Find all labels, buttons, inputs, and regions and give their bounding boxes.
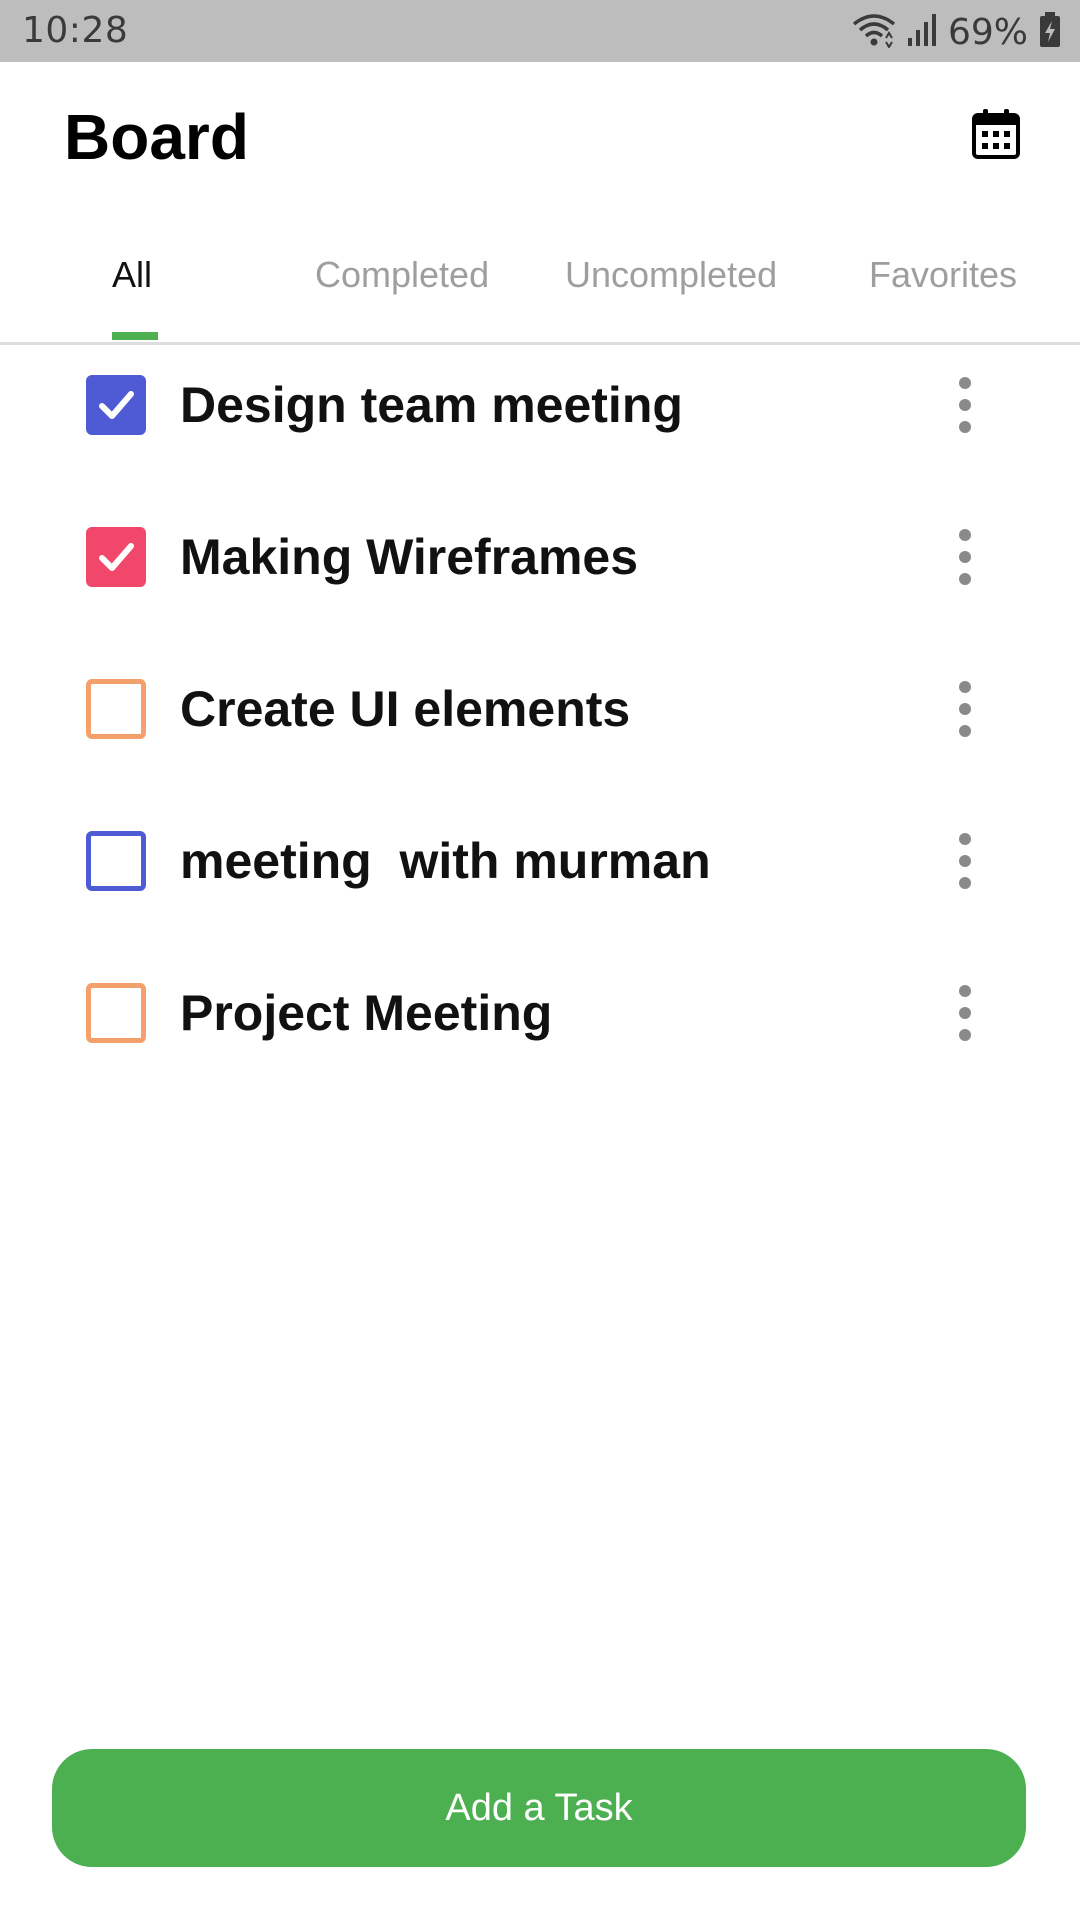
tab-completed[interactable]: Completed (315, 254, 489, 296)
task-checkbox[interactable] (86, 679, 146, 739)
checkmark-icon (99, 391, 134, 419)
task-row[interactable]: meeting with murman (0, 798, 1080, 950)
more-vertical-icon (959, 529, 971, 541)
status-bar: 10:28 69% (0, 0, 1080, 62)
more-vertical-icon (959, 377, 971, 389)
task-title: Design team meeting (180, 377, 683, 433)
more-options-button[interactable] (950, 375, 980, 435)
more-vertical-icon (959, 681, 971, 693)
tab-favorites[interactable]: Favorites (869, 254, 1017, 296)
more-options-button[interactable] (950, 527, 980, 587)
task-row[interactable]: Design team meeting (0, 342, 1080, 494)
battery-charging-icon (1038, 11, 1062, 54)
more-options-button[interactable] (950, 679, 980, 739)
task-checkbox[interactable] (86, 527, 146, 587)
tab-uncompleted[interactable]: Uncompleted (565, 254, 777, 296)
page-title: Board (64, 101, 249, 173)
tab-bar: All Completed Uncompleted Favorites (0, 212, 1080, 345)
task-title: Project Meeting (180, 985, 553, 1041)
task-row[interactable]: Making Wireframes (0, 494, 1080, 646)
calendar-icon (971, 107, 1021, 166)
more-options-button[interactable] (950, 831, 980, 891)
status-time: 10:28 (22, 10, 129, 51)
calendar-button[interactable] (966, 106, 1026, 166)
task-row[interactable]: Project Meeting (0, 950, 1080, 1102)
task-title: meeting with murman (180, 833, 711, 889)
more-vertical-icon (959, 985, 971, 997)
task-checkbox[interactable] (86, 831, 146, 891)
status-icons: 69% (852, 10, 1062, 54)
signal-icon (906, 12, 938, 53)
wifi-icon (852, 12, 896, 53)
tab-all[interactable]: All (112, 254, 152, 296)
tab-active-indicator (112, 332, 158, 340)
add-task-button[interactable]: Add a Task (52, 1749, 1026, 1867)
task-checkbox[interactable] (86, 983, 146, 1043)
battery-percent: 69% (947, 11, 1028, 53)
checkmark-icon (99, 543, 134, 571)
app-header: Board (0, 62, 1080, 212)
more-vertical-icon (959, 833, 971, 845)
more-options-button[interactable] (950, 983, 980, 1043)
task-title: Making Wireframes (180, 529, 639, 585)
task-row[interactable]: Create UI elements (0, 646, 1080, 798)
task-title: Create UI elements (180, 681, 631, 737)
task-checkbox[interactable] (86, 375, 146, 435)
